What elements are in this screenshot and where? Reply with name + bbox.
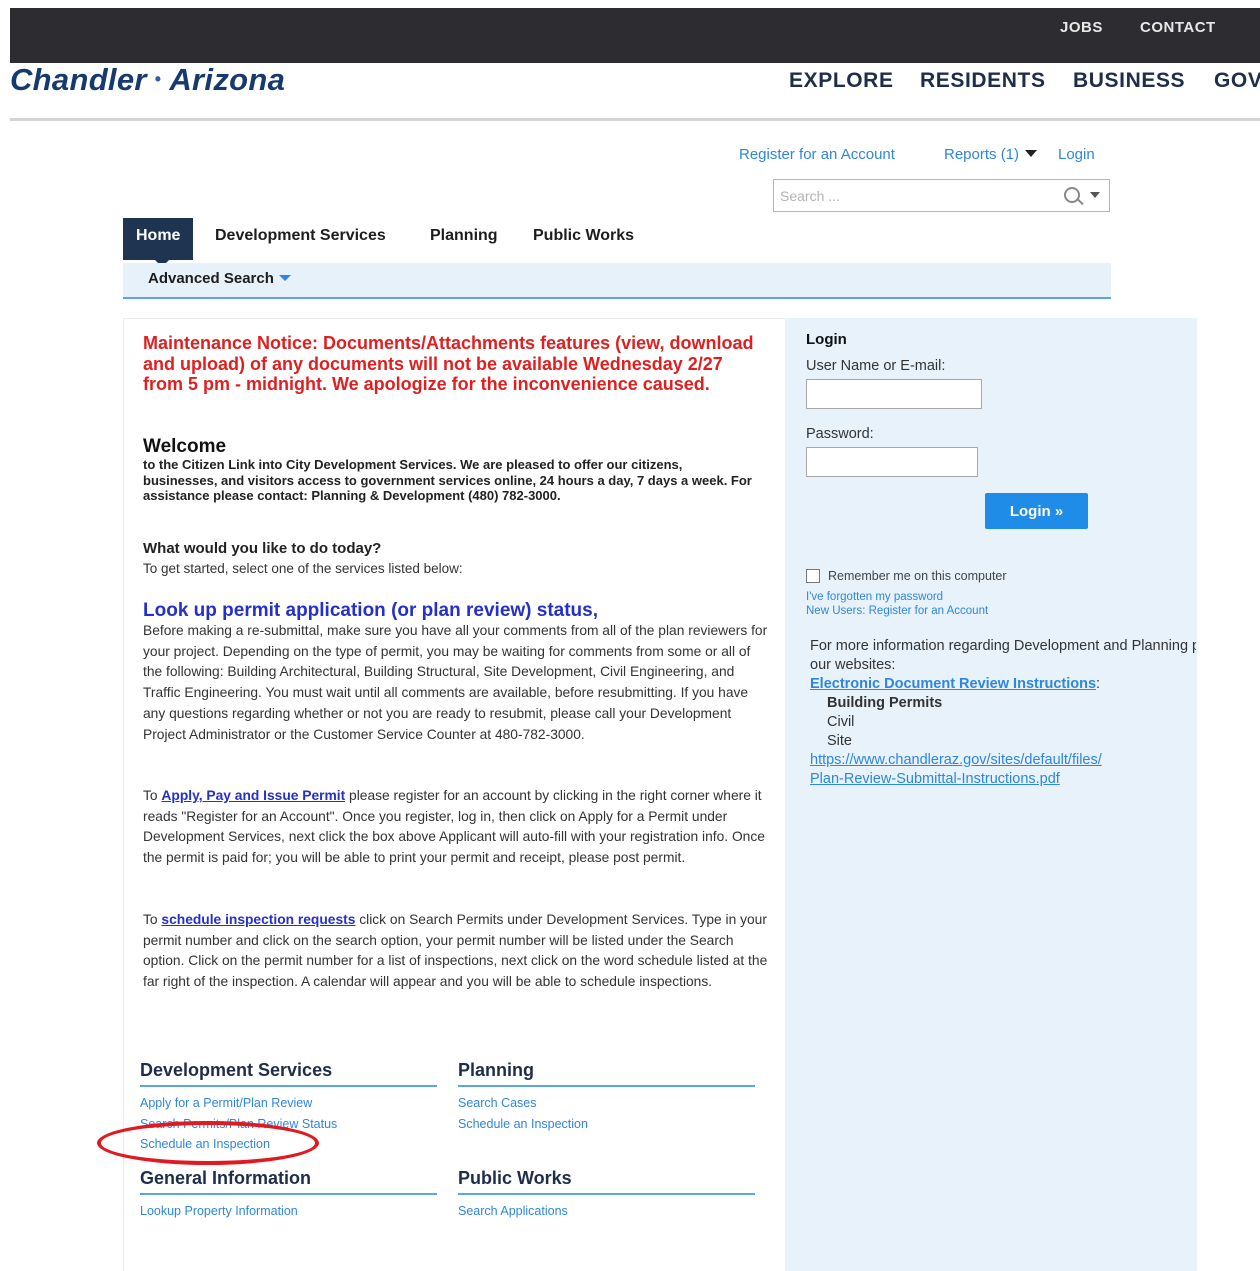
search-input[interactable] (780, 186, 1060, 206)
login-heading: Login (806, 331, 847, 348)
contact-link[interactable]: CONTACT (1140, 19, 1216, 36)
welcome-text: to the Citizen Link into City Developmen… (143, 457, 752, 503)
chevron-down-icon (1025, 150, 1038, 157)
question-heading: What would you like to do today? (143, 540, 382, 557)
question-text: To get started, select one of the servic… (143, 561, 463, 576)
logo-text-chandler: Chandler (10, 62, 147, 97)
welcome-heading: Welcome (143, 436, 227, 457)
search-permits-link[interactable]: Search Permits/Plan Review Status (140, 1114, 437, 1135)
register-account-link[interactable]: Register for an Account (739, 146, 895, 163)
advanced-search-dropdown[interactable]: Advanced Search (148, 270, 291, 287)
new-users-register-link[interactable]: New Users: Register for an Account (806, 605, 988, 619)
apply-prefix: To (143, 788, 158, 803)
schedule-inspection-requests-link[interactable]: schedule inspection requests (161, 912, 355, 927)
login-link[interactable]: Login (1058, 146, 1095, 163)
nav-residents[interactable]: RESIDENTS (920, 69, 1046, 93)
logo-separator: • (154, 69, 162, 89)
search-applications-link[interactable]: Search Applications (458, 1201, 755, 1222)
info-item-building-permits: Building Permits (827, 695, 943, 711)
schedule-inspection-link[interactable]: Schedule an Inspection (140, 1134, 437, 1155)
header-divider (10, 118, 1260, 121)
tab-home[interactable]: Home (123, 218, 194, 267)
nav-explore[interactable]: EXPLORE (789, 69, 894, 93)
maintenance-notice: Maintenance Notice: Documents/Attachment… (143, 333, 754, 394)
general-information-section: General Information Lookup Property Info… (140, 1168, 437, 1222)
username-field[interactable] (806, 379, 982, 409)
lookup-description: Before making a re-submittal, make sure … (143, 623, 768, 742)
public-works-heading: Public Works (458, 1168, 755, 1195)
advanced-search-label: Advanced Search (148, 270, 274, 287)
info-line-1: For more information regarding Developme… (810, 638, 1196, 654)
lookup-property-link[interactable]: Lookup Property Information (140, 1201, 437, 1222)
development-services-heading: Development Services (140, 1060, 437, 1087)
remember-me-label: Remember me on this computer (828, 569, 1007, 583)
planning-heading: Planning (458, 1060, 755, 1087)
tab-public-works[interactable]: Public Works (533, 218, 634, 260)
reports-menu[interactable]: Reports (1) (944, 146, 1038, 163)
remember-me[interactable]: Remember me on this computer (806, 569, 1007, 583)
search-cases-link[interactable]: Search Cases (458, 1093, 755, 1114)
development-services-section: Development Services Apply for a Permit/… (140, 1060, 437, 1155)
info-line-2: our websites: (810, 657, 896, 673)
general-information-heading: General Information (140, 1168, 437, 1195)
sub-navigation-bar: Advanced Search (123, 263, 1111, 299)
search-icon[interactable] (1064, 187, 1080, 203)
more-info-block: For more information regarding Developme… (810, 637, 1196, 789)
city-logo[interactable]: Chandler • Arizona (10, 62, 285, 98)
jobs-link[interactable]: JOBS (1060, 19, 1103, 36)
submittal-instructions-url-line-1[interactable]: https://www.chandleraz.gov/sites/default… (810, 751, 1196, 770)
forgot-password-link[interactable]: I've forgotten my password (806, 591, 988, 605)
planning-section: Planning Search Cases Schedule an Inspec… (458, 1060, 755, 1134)
login-help-links: I've forgotten my password New Users: Re… (806, 591, 988, 618)
apply-pay-issue-link[interactable]: Apply, Pay and Issue Permit (161, 788, 345, 803)
nav-business[interactable]: BUSINESS (1073, 69, 1185, 93)
top-utility-bar: JOBS CONTACT (10, 8, 1260, 63)
apply-permit-link[interactable]: Apply for a Permit/Plan Review (140, 1093, 437, 1114)
planning-schedule-inspection-link[interactable]: Schedule an Inspection (458, 1114, 755, 1135)
reports-label: Reports (1) (944, 146, 1020, 163)
tab-planning[interactable]: Planning (430, 218, 498, 260)
login-button[interactable]: Login » (985, 493, 1088, 529)
schedule-paragraph: To schedule inspection requests click on… (143, 910, 768, 993)
search-options-chevron-icon[interactable] (1090, 192, 1100, 198)
password-field[interactable] (806, 447, 978, 477)
info-item-site: Site (827, 733, 852, 749)
username-label: User Name or E-mail: (806, 358, 946, 374)
apply-paragraph: To Apply, Pay and Issue Permit please re… (143, 786, 768, 869)
nav-government[interactable]: GOV (1214, 69, 1260, 93)
schedule-prefix: To (143, 912, 158, 927)
submittal-instructions-url-line-2[interactable]: Plan-Review-Submittal-Instructions.pdf (810, 770, 1196, 789)
chevron-down-icon (278, 275, 291, 281)
remember-me-checkbox[interactable] (806, 569, 820, 583)
password-label: Password: (806, 426, 874, 442)
electronic-document-review-link[interactable]: Electronic Document Review Instructions (810, 676, 1096, 692)
logo-text-arizona: Arizona (169, 62, 286, 97)
global-search (773, 179, 1110, 212)
tab-development-services[interactable]: Development Services (215, 218, 386, 260)
public-works-section: Public Works Search Applications (458, 1168, 755, 1222)
eri-colon: : (1096, 676, 1101, 692)
lookup-permit-status-link[interactable]: Look up permit application (or plan revi… (143, 600, 598, 622)
info-item-civil: Civil (827, 714, 855, 730)
